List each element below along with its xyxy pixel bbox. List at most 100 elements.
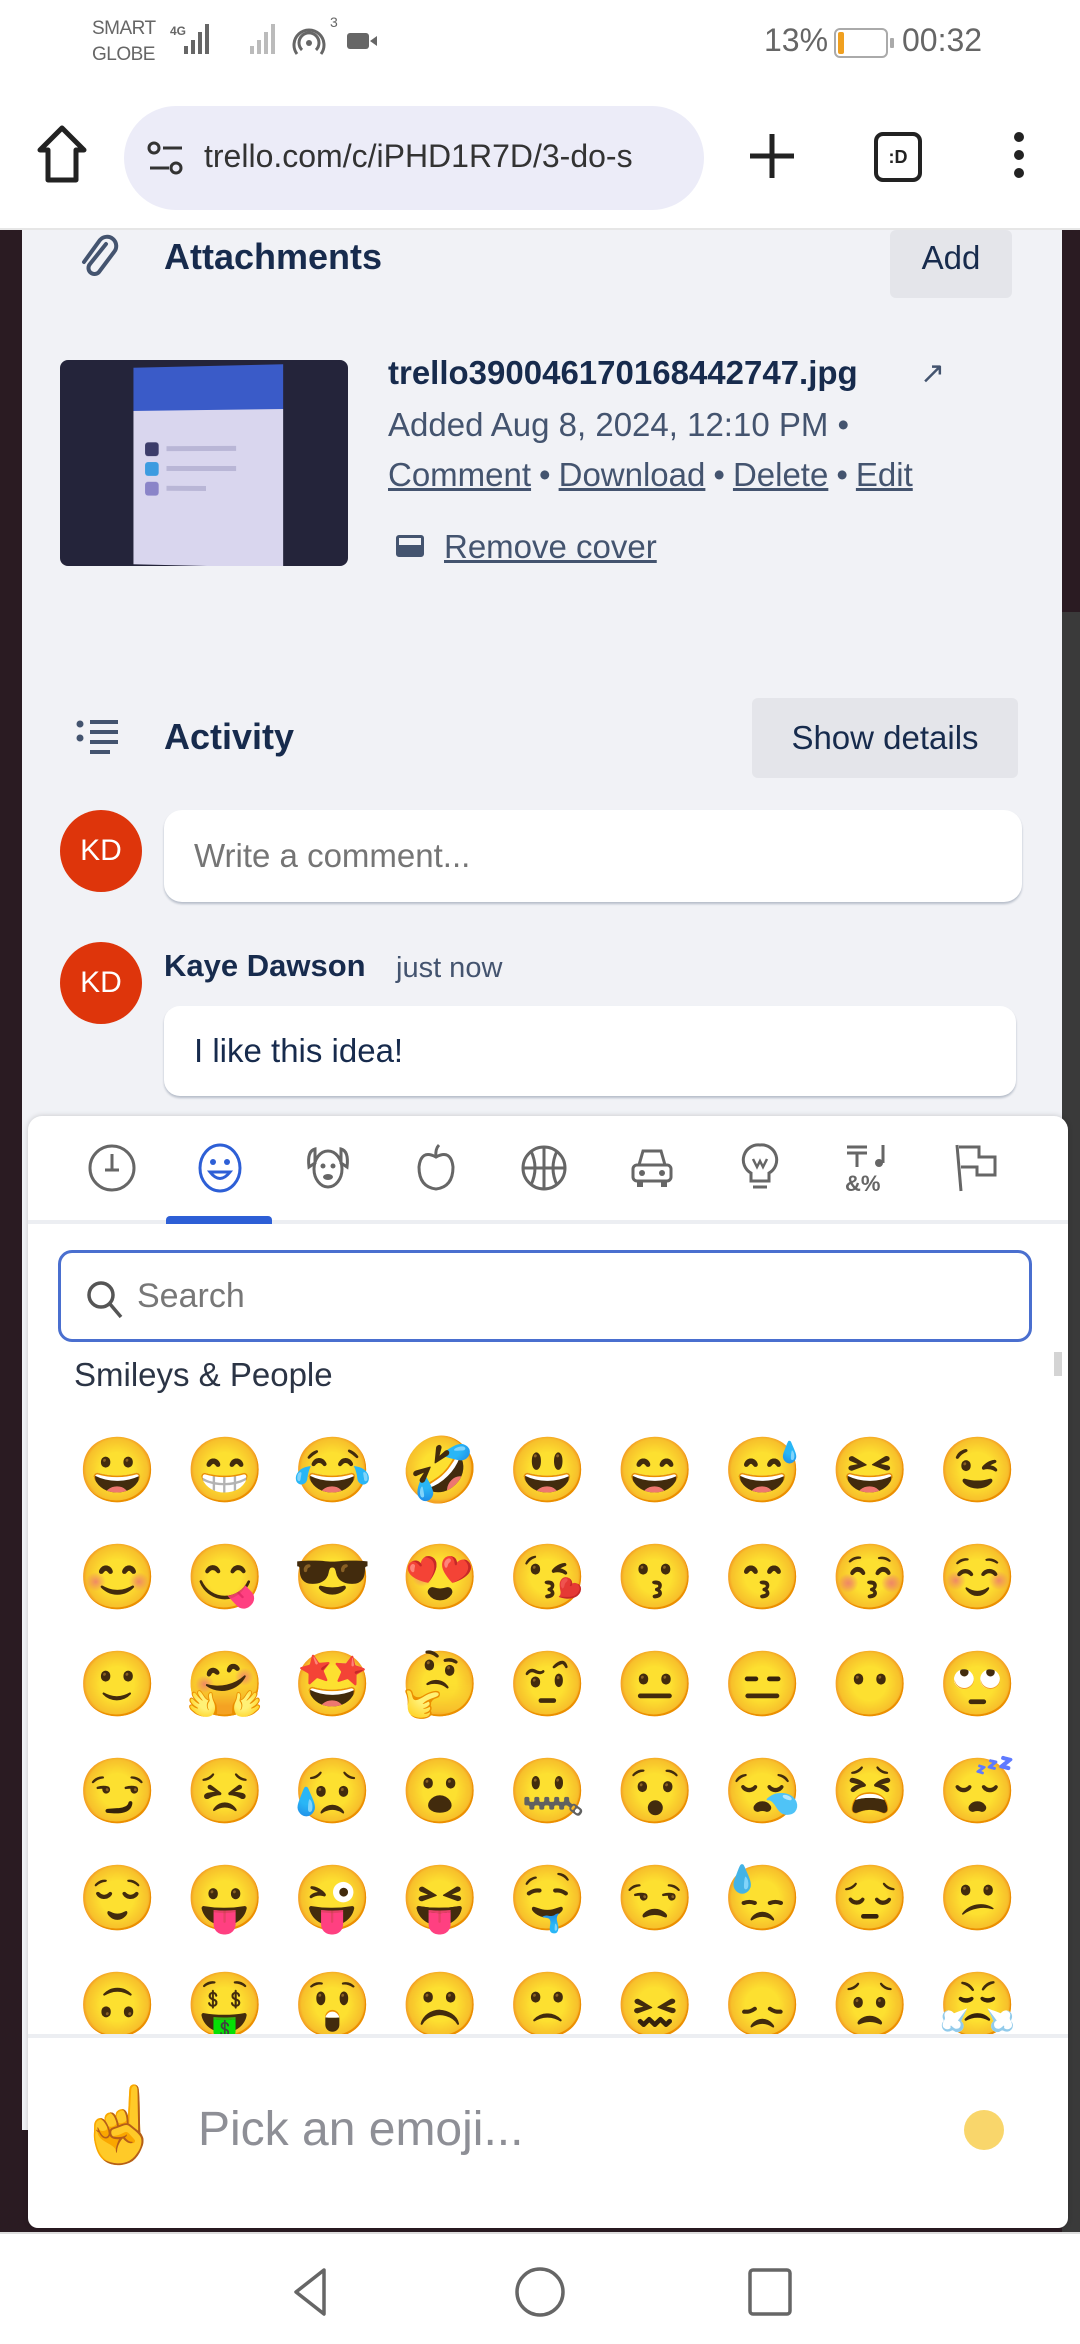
emoji-cell[interactable]: 😗 — [602, 1523, 710, 1630]
emoji-cell[interactable]: 😙 — [709, 1523, 817, 1630]
emoji-cell[interactable]: 😑 — [709, 1630, 817, 1737]
emoji-cell[interactable]: 😯 — [602, 1737, 710, 1844]
comment-timestamp[interactable]: just now — [396, 952, 502, 985]
tab-symbols[interactable]: &% — [840, 1138, 896, 1198]
emoji-cell[interactable]: 😮 — [387, 1737, 495, 1844]
home-nav-icon[interactable] — [512, 2264, 568, 2320]
emoji-cell[interactable]: 😫 — [817, 1737, 925, 1844]
emoji-cell[interactable]: 😓 — [709, 1844, 817, 1951]
emoji-cell[interactable]: 😅 — [709, 1416, 817, 1523]
emoji-cell[interactable]: 😂 — [279, 1416, 387, 1523]
emoji-cell[interactable]: 😛 — [172, 1844, 280, 1951]
emoji-search-box[interactable] — [58, 1250, 1032, 1342]
emoji-cell[interactable]: 😞 — [709, 1951, 817, 2037]
comment-author-avatar[interactable]: KD — [60, 942, 142, 1024]
emoji-cell[interactable]: 😪 — [709, 1737, 817, 1844]
emoji-cell[interactable]: 😴 — [924, 1737, 1032, 1844]
remove-cover-row[interactable]: Remove cover — [396, 528, 657, 566]
attachments-title: Attachments — [164, 236, 383, 277]
lightbulb-icon — [741, 1143, 779, 1189]
emoji-cell[interactable]: 😏 — [64, 1737, 172, 1844]
emoji-cell[interactable]: 😕 — [924, 1844, 1032, 1951]
picker-divider — [28, 2034, 1068, 2038]
emoji-cell[interactable]: 🙄 — [924, 1630, 1032, 1737]
emoji-cell[interactable]: 😐 — [602, 1630, 710, 1737]
emoji-search-input[interactable] — [137, 1253, 997, 1339]
comment-link[interactable]: Comment — [388, 456, 531, 493]
emoji-cell[interactable]: 😆 — [817, 1416, 925, 1523]
comment-author[interactable]: Kaye Dawson — [164, 948, 366, 984]
tab-activity[interactable] — [516, 1138, 572, 1198]
emoji-cell[interactable]: 😟 — [817, 1951, 925, 2037]
emoji-cell[interactable]: 😍 — [387, 1523, 495, 1630]
emoji-cell[interactable]: 😉 — [924, 1416, 1032, 1523]
emoji-cell[interactable]: 🙂 — [64, 1630, 172, 1737]
tab-objects[interactable] — [732, 1138, 788, 1198]
more-menu-icon[interactable] — [1004, 132, 1034, 186]
emoji-cell[interactable]: 😥 — [279, 1737, 387, 1844]
emoji-cell[interactable]: 🙃 — [64, 1951, 172, 2037]
emoji-cell[interactable]: 😌 — [64, 1844, 172, 1951]
emoji-cell[interactable]: 😲 — [279, 1951, 387, 2037]
emoji-cell[interactable]: 😔 — [817, 1844, 925, 1951]
emoji-cell[interactable]: 🤐 — [494, 1737, 602, 1844]
emoji-cell[interactable]: 🤤 — [494, 1844, 602, 1951]
tab-travel-places[interactable] — [624, 1138, 680, 1198]
emoji-cell[interactable]: 😚 — [817, 1523, 925, 1630]
battery-icon — [834, 28, 894, 58]
download-link[interactable]: Download — [559, 456, 706, 493]
site-settings-icon[interactable] — [146, 138, 186, 178]
emoji-cell[interactable]: 🤨 — [494, 1630, 602, 1737]
emoji-cell[interactable]: 😃 — [494, 1416, 602, 1523]
edit-link[interactable]: Edit — [856, 456, 913, 493]
skin-tone-selector[interactable] — [964, 2110, 1004, 2150]
attachment-thumbnail[interactable] — [60, 360, 348, 566]
back-icon[interactable] — [284, 2264, 340, 2320]
emoji-cell[interactable]: 🤔 — [387, 1630, 495, 1737]
tab-food-drink[interactable] — [408, 1138, 464, 1198]
remove-cover-link[interactable]: Remove cover — [444, 528, 657, 565]
tab-flags[interactable] — [948, 1138, 1004, 1198]
emoji-cell[interactable]: 😄 — [602, 1416, 710, 1523]
new-tab-icon[interactable] — [744, 128, 800, 184]
tab-switcher-button[interactable]: :D — [874, 132, 922, 182]
recents-icon[interactable] — [742, 2264, 798, 2320]
emoji-cell[interactable]: ☹️ — [387, 1951, 495, 2037]
emoji-cell[interactable]: 😘 — [494, 1523, 602, 1630]
address-bar[interactable]: trello.com/c/iPHD1R7D/3-do-s — [124, 106, 704, 210]
emoji-cell[interactable]: 😁 — [172, 1416, 280, 1523]
show-details-button[interactable]: Show details — [752, 698, 1018, 778]
home-icon[interactable] — [36, 124, 88, 184]
emoji-cell[interactable]: 😎 — [279, 1523, 387, 1630]
emoji-cell[interactable]: 🙁 — [494, 1951, 602, 2037]
emoji-cell[interactable]: 🤩 — [279, 1630, 387, 1737]
emoji-cell[interactable]: 😶 — [817, 1630, 925, 1737]
card-cover-icon — [396, 535, 424, 558]
emoji-cell[interactable]: 🤗 — [172, 1630, 280, 1737]
emoji-cell[interactable]: 😊 — [64, 1523, 172, 1630]
current-user-avatar[interactable]: KD — [60, 810, 142, 892]
emoji-cell[interactable]: 😣 — [172, 1737, 280, 1844]
open-external-icon[interactable]: ↗ — [920, 356, 945, 391]
tab-frequently-used[interactable] — [84, 1138, 140, 1198]
emoji-cell[interactable]: 😋 — [172, 1523, 280, 1630]
delete-link[interactable]: Delete — [733, 456, 828, 493]
url-text[interactable]: trello.com/c/iPHD1R7D/3-do-s — [204, 138, 633, 175]
emoji-cell[interactable]: 😤 — [924, 1951, 1032, 2037]
emoji-cell[interactable]: 🤣 — [387, 1416, 495, 1523]
emoji-cell[interactable]: 🤑 — [172, 1951, 280, 2037]
add-attachment-button[interactable]: Add — [890, 230, 1012, 298]
emoji-cell[interactable]: 😖 — [602, 1951, 710, 2037]
emoji-cell[interactable]: 😀 — [64, 1416, 172, 1523]
emoji-scrollbar[interactable] — [1054, 1352, 1062, 1376]
battery-percent: 13% — [764, 22, 829, 58]
attachment-filename[interactable]: trello390046170168442747.jpg — [388, 354, 858, 392]
emoji-cell[interactable]: 😜 — [279, 1844, 387, 1951]
tab-smileys-people[interactable] — [192, 1138, 248, 1198]
tab-animals-nature[interactable] — [300, 1138, 356, 1198]
emoji-cell[interactable]: 😝 — [387, 1844, 495, 1951]
emoji-cell[interactable]: 😒 — [602, 1844, 710, 1951]
emoji-cell[interactable]: ☺️ — [924, 1523, 1032, 1630]
activity-list-icon — [76, 720, 118, 754]
comment-input[interactable] — [164, 810, 1022, 902]
